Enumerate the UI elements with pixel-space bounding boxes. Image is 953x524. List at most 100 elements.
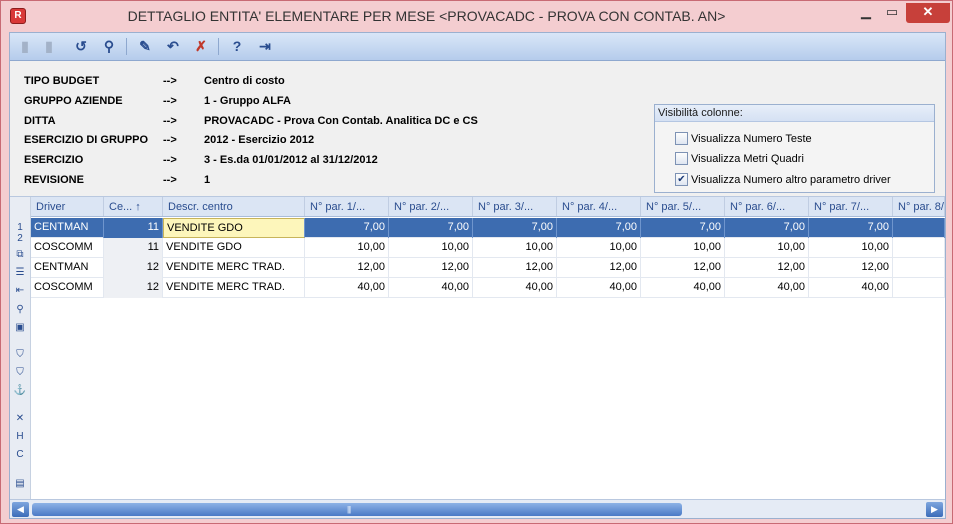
cell-p6[interactable]: 7,00 <box>725 218 809 238</box>
refresh-icon[interactable]: ↺ <box>70 36 92 57</box>
cell-ce[interactable]: 12 <box>104 278 163 298</box>
col-header-par3[interactable]: N° par. 3/... <box>473 197 557 216</box>
filter-clear-icon[interactable]: ⛉ <box>12 367 28 378</box>
zoom-icon[interactable]: ⚲ <box>12 304 28 315</box>
cell-descr[interactable]: VENDITE GDO <box>163 238 305 258</box>
show-square-meters-label[interactable]: Visualizza Metri Quadri <box>691 153 804 165</box>
table-row[interactable]: CENTMAN 12 VENDITE MERC TRAD. 12,00 12,00 12,… <box>31 258 945 278</box>
show-head-count-label[interactable]: Visualizza Numero Teste <box>691 133 812 145</box>
cell-descr[interactable]: VENDITE MERC TRAD. <box>163 258 305 278</box>
export-html-icon[interactable]: H <box>12 431 28 442</box>
column-visibility-group: Visibilità colonne: Visualizza Numero Te… <box>654 104 935 193</box>
cell-p5[interactable]: 10,00 <box>641 238 725 258</box>
cancel-icon[interactable]: ✗ <box>190 36 212 57</box>
export-csv-icon[interactable]: C <box>12 449 28 460</box>
col-header-par2[interactable]: N° par. 2/... <box>389 197 473 216</box>
row-number: 1 <box>17 222 23 233</box>
exit-icon[interactable]: ⇥ <box>254 36 276 57</box>
help-icon[interactable]: ? <box>226 36 248 57</box>
cell-p8[interactable] <box>893 258 945 278</box>
col-header-par4[interactable]: N° par. 4/... <box>557 197 641 216</box>
cell-p3[interactable]: 12,00 <box>473 258 557 278</box>
cell-p8[interactable] <box>893 278 945 298</box>
cell-p8[interactable] <box>893 238 945 258</box>
table-row[interactable]: COSCOMM 12 VENDITE MERC TRAD. 40,00 40,00 40,… <box>31 278 945 298</box>
close-button[interactable]: ✕ <box>906 3 950 23</box>
show-square-meters-checkbox[interactable] <box>675 152 688 165</box>
cell-driver[interactable]: COSCOMM <box>31 238 104 258</box>
cell-p8[interactable] <box>893 218 945 238</box>
cell-driver[interactable]: COSCOMM <box>31 278 104 298</box>
info-arrow: --> <box>163 134 177 146</box>
scroll-right-icon[interactable]: ▶ <box>926 502 943 517</box>
table-row[interactable]: COSCOMM 11 VENDITE GDO 10,00 10,00 10,00 10,00… <box>31 238 945 258</box>
layout-icon[interactable]: ▣ <box>12 322 28 333</box>
cell-p3[interactable]: 10,00 <box>473 238 557 258</box>
cell-p1[interactable]: 10,00 <box>305 238 389 258</box>
minimize-button[interactable]: ▁ <box>853 3 879 23</box>
col-header-centro[interactable]: Ce... ↑ <box>104 197 163 216</box>
delete-icon[interactable]: ▮ <box>38 36 60 57</box>
cell-p7[interactable]: 10,00 <box>809 238 893 258</box>
cell-driver[interactable]: CENTMAN <box>31 218 104 238</box>
cell-descr[interactable]: VENDITE MERC TRAD. <box>163 278 305 298</box>
cell-descr[interactable]: VENDITE GDO <box>163 218 305 238</box>
title-bar[interactable]: R DETTAGLIO ENTITA' ELEMENTARE PER MESE … <box>1 1 952 32</box>
import-icon[interactable]: ⇤ <box>12 285 28 296</box>
horizontal-scrollbar[interactable]: ◀ ||| ▶ <box>10 499 945 518</box>
col-header-descr[interactable]: Descr. centro <box>163 197 305 216</box>
cell-p2[interactable]: 10,00 <box>389 238 473 258</box>
show-head-count-checkbox[interactable] <box>675 132 688 145</box>
export-excel-icon[interactable]: ✕ <box>12 413 28 424</box>
list-icon[interactable]: ☰ <box>12 267 28 278</box>
cell-p5[interactable]: 7,00 <box>641 218 725 238</box>
cell-p3[interactable]: 40,00 <box>473 278 557 298</box>
filter-icon[interactable]: ⛉ <box>12 349 28 360</box>
info-value: 3 - Es.da 01/01/2012 al 31/12/2012 <box>204 154 378 166</box>
scroll-left-icon[interactable]: ◀ <box>12 502 29 517</box>
col-header-driver[interactable]: Driver <box>31 197 104 216</box>
binoculars-icon[interactable]: ⚲ <box>98 36 120 57</box>
cell-p2[interactable]: 40,00 <box>389 278 473 298</box>
cell-driver[interactable]: CENTMAN <box>31 258 104 278</box>
app-icon[interactable]: R <box>10 8 26 24</box>
cell-p7[interactable]: 7,00 <box>809 218 893 238</box>
col-header-par1[interactable]: N° par. 1/... <box>305 197 389 216</box>
cell-ce[interactable]: 11 <box>104 238 163 258</box>
cell-p6[interactable]: 12,00 <box>725 258 809 278</box>
scroll-thumb[interactable]: ||| <box>32 503 682 516</box>
cell-p1[interactable]: 7,00 <box>305 218 389 238</box>
maximize-button[interactable]: ▭ <box>879 3 905 23</box>
edit-icon[interactable]: ✎ <box>134 36 156 57</box>
cell-p3[interactable]: 7,00 <box>473 218 557 238</box>
cell-p2[interactable]: 7,00 <box>389 218 473 238</box>
cell-p5[interactable]: 12,00 <box>641 258 725 278</box>
copy-row-icon[interactable]: ⧉ <box>12 249 28 260</box>
cell-p2[interactable]: 12,00 <box>389 258 473 278</box>
cell-p4[interactable]: 10,00 <box>557 238 641 258</box>
cell-p4[interactable]: 12,00 <box>557 258 641 278</box>
print-icon[interactable]: ▤ <box>12 478 28 489</box>
cell-ce[interactable]: 11 <box>104 218 163 238</box>
col-header-par5[interactable]: N° par. 5/... <box>641 197 725 216</box>
col-header-par8[interactable]: N° par. 8/ <box>893 197 945 216</box>
cell-p5[interactable]: 40,00 <box>641 278 725 298</box>
undo-icon[interactable]: ↶ <box>162 36 184 57</box>
anchor-icon[interactable]: ⚓ <box>12 385 28 396</box>
cell-p1[interactable]: 40,00 <box>305 278 389 298</box>
cell-p6[interactable]: 40,00 <box>725 278 809 298</box>
cell-ce[interactable]: 12 <box>104 258 163 278</box>
info-label: GRUPPO AZIENDE <box>24 95 123 107</box>
cell-p6[interactable]: 10,00 <box>725 238 809 258</box>
cell-p7[interactable]: 40,00 <box>809 278 893 298</box>
show-other-driver-label[interactable]: Visualizza Numero altro parametro driver <box>691 174 891 186</box>
cell-p4[interactable]: 7,00 <box>557 218 641 238</box>
cell-p7[interactable]: 12,00 <box>809 258 893 278</box>
show-other-driver-checkbox[interactable]: ✔ <box>675 173 688 186</box>
col-header-par6[interactable]: N° par. 6/... <box>725 197 809 216</box>
table-row[interactable]: CENTMAN 11 VENDITE GDO 7,00 7,00 7,00 7,00 7,00… <box>31 218 945 238</box>
col-header-par7[interactable]: N° par. 7/... <box>809 197 893 216</box>
cell-p4[interactable]: 40,00 <box>557 278 641 298</box>
cell-p1[interactable]: 12,00 <box>305 258 389 278</box>
new-record-icon[interactable]: ▮ <box>14 36 36 57</box>
